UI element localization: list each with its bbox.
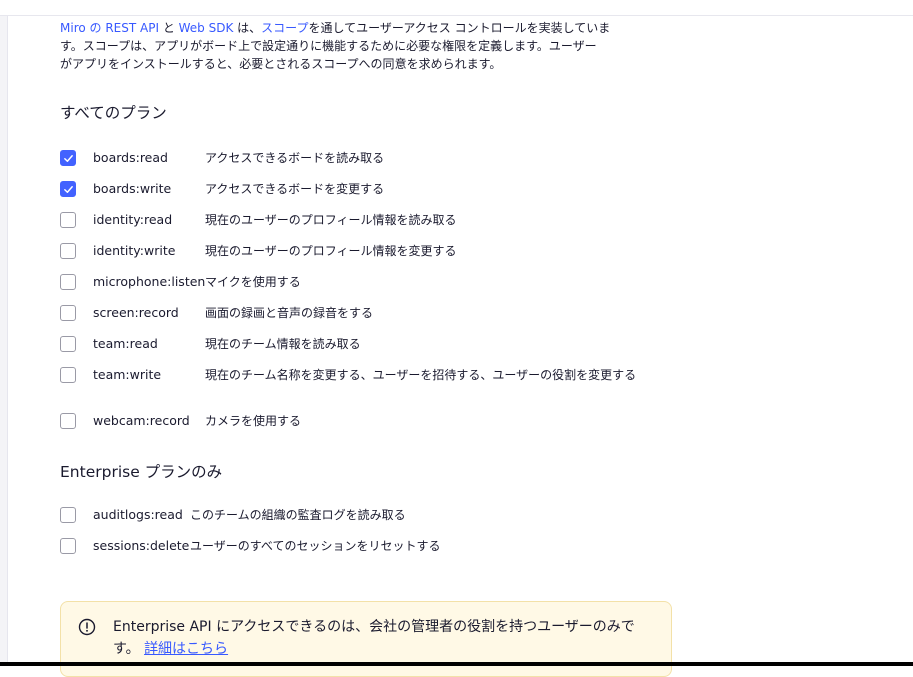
scope-row-identity-write[interactable]: identity:write 現在のユーザーのプロフィール情報を変更する <box>60 243 680 274</box>
scope-desc: ユーザーのすべてのセッションをリセットする <box>190 539 441 553</box>
checkbox-boards-read[interactable] <box>60 150 76 166</box>
bottom-border <box>0 662 913 666</box>
scope-desc: マイクを使用する <box>205 275 301 289</box>
scope-name: sessions:delete <box>93 538 190 553</box>
scopes-article: Miro の REST API と Web SDK は、スコープを通してユーザー… <box>60 19 680 677</box>
scope-row-webcam-record[interactable]: webcam:record カメラを使用する <box>60 413 680 444</box>
scope-row-boards-read[interactable]: boards:read アクセスできるボードを読み取る <box>60 150 680 181</box>
scope-desc: カメラを使用する <box>205 414 302 428</box>
scope-list-all-plans: boards:read アクセスできるボードを読み取る boards:write… <box>60 150 680 444</box>
web-sdk-link[interactable]: Web SDK <box>179 21 234 35</box>
scope-row-team-read[interactable]: team:read 現在のチーム情報を読み取る <box>60 336 680 367</box>
scope-desc: 現在のチーム情報を読み取る <box>205 337 361 351</box>
checkbox-auditlogs-read[interactable] <box>60 507 76 523</box>
check-icon <box>63 154 73 162</box>
scope-name: identity:read <box>93 212 173 227</box>
left-sidebar-strip <box>0 16 8 666</box>
scope-row-microphone-listen[interactable]: microphone:listen マイクを使用する <box>60 274 680 305</box>
checkbox-team-read[interactable] <box>60 336 76 352</box>
scope-desc: アクセスできるボードを読み取る <box>205 151 385 165</box>
rest-api-link[interactable]: Miro の REST API <box>60 21 159 35</box>
intro-paragraph: Miro の REST API と Web SDK は、スコープを通してユーザー… <box>60 21 611 71</box>
scope-desc: このチームの組織の監査ログを読み取る <box>190 508 406 522</box>
scope-name: team:write <box>93 367 162 382</box>
scope-desc: 現在のチーム名称を変更する、ユーザーを招待する、ユーザーの役割を変更する <box>205 368 637 382</box>
scope-row-auditlogs-read[interactable]: auditlogs:read このチームの組織の監査ログを読み取る <box>60 507 680 538</box>
scope-desc: 現在のユーザーのプロフィール情報を変更する <box>205 244 457 258</box>
checkbox-team-write[interactable] <box>60 367 76 383</box>
checkbox-sessions-delete[interactable] <box>60 538 76 554</box>
scopes-link[interactable]: スコープ <box>261 21 308 35</box>
scope-name: boards:write <box>93 181 172 196</box>
scope-name: webcam:record <box>93 413 190 428</box>
info-circle-icon <box>78 618 96 636</box>
scope-list-enterprise: auditlogs:read このチームの組織の監査ログを読み取る sessio… <box>60 507 680 569</box>
scope-name: microphone:listen <box>93 274 206 289</box>
scope-row-identity-read[interactable]: identity:read 現在のユーザーのプロフィール情報を読み取る <box>60 212 680 243</box>
scope-row-boards-write[interactable]: boards:write アクセスできるボードを変更する <box>60 181 680 212</box>
scope-row-sessions-delete[interactable]: sessions:delete ユーザーのすべてのセッションをリセットする <box>60 538 680 569</box>
scope-desc: アクセスできるボードを変更する <box>205 182 385 196</box>
scope-name: boards:read <box>93 150 168 165</box>
section-title-all-plans: すべてのプラン <box>60 104 167 122</box>
scope-name: identity:write <box>93 243 176 258</box>
check-icon <box>63 185 73 193</box>
scope-row-team-write[interactable]: team:write 現在のチーム名称を変更する、ユーザーを招待する、ユーザーの… <box>60 367 680 413</box>
checkbox-microphone-listen[interactable] <box>60 274 76 290</box>
top-divider <box>0 15 913 16</box>
learn-more-link[interactable]: 詳細はこちら <box>144 641 228 657</box>
section-title-enterprise: Enterprise プランのみ <box>60 463 223 481</box>
notice-text: Enterprise API にアクセスできるのは、会社の管理者の役割を持つユー… <box>113 619 635 657</box>
checkbox-identity-read[interactable] <box>60 212 76 228</box>
scope-name: screen:record <box>93 305 179 320</box>
checkbox-screen-record[interactable] <box>60 305 76 321</box>
checkbox-webcam-record[interactable] <box>60 413 76 429</box>
checkbox-identity-write[interactable] <box>60 243 76 259</box>
scope-desc: 画面の録画と音声の録音をする <box>205 306 374 320</box>
checkbox-boards-write[interactable] <box>60 181 76 197</box>
scope-desc: 現在のユーザーのプロフィール情報を読み取る <box>205 213 457 227</box>
scope-row-screen-record[interactable]: screen:record 画面の録画と音声の録音をする <box>60 305 680 336</box>
scope-name: team:read <box>93 336 158 351</box>
scope-name: auditlogs:read <box>93 507 183 522</box>
